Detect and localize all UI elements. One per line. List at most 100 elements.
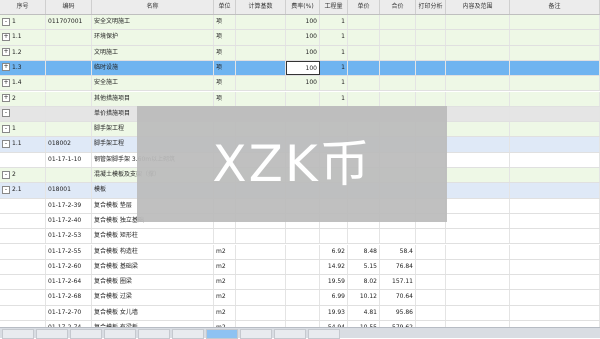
cell-code[interactable]	[46, 106, 92, 122]
cell-rate[interactable]	[286, 244, 320, 259]
cell-base[interactable]	[236, 60, 286, 76]
bottom-tab[interactable]	[308, 329, 340, 339]
expand-icon[interactable]: +	[2, 78, 10, 87]
cell-rate[interactable]	[286, 275, 320, 290]
cell-note[interactable]	[510, 183, 600, 198]
cell-note[interactable]	[510, 275, 600, 290]
cell-code[interactable]: 018001	[46, 183, 92, 198]
cell-scope[interactable]	[446, 229, 510, 244]
cell-name[interactable]: 复合模板 基础梁	[92, 259, 214, 275]
header-col-seq[interactable]: 序号	[0, 0, 46, 14]
cell-note[interactable]	[510, 259, 600, 275]
cell-scope[interactable]	[446, 106, 510, 122]
cell-total[interactable]	[380, 76, 416, 91]
cell-total[interactable]	[380, 45, 416, 60]
cell-base[interactable]	[236, 15, 286, 30]
cell-name[interactable]: 复合模板 圈梁	[92, 275, 214, 290]
cell-print[interactable]	[416, 60, 446, 76]
table-row[interactable]: 01-17-2-55 复合模板 构造柱 m2 6.92 8.48 58.4	[0, 244, 600, 260]
bottom-tab[interactable]	[172, 329, 204, 339]
header-col-total[interactable]: 合价	[380, 0, 416, 14]
cell-note[interactable]	[510, 60, 600, 76]
cell-seq[interactable]: -2	[0, 168, 46, 183]
cell-qty[interactable]: 14.92	[320, 259, 348, 275]
table-row[interactable]: +1.2 文明施工项 100 1	[0, 45, 600, 61]
bottom-tab[interactable]	[240, 329, 272, 339]
cell-price[interactable]	[348, 229, 380, 244]
cell-base[interactable]	[236, 305, 286, 320]
cell-code[interactable]	[46, 60, 92, 76]
cell-qty[interactable]: 1	[320, 91, 348, 106]
cell-unit[interactable]: 项	[214, 91, 236, 106]
cell-qty[interactable]: 6.92	[320, 244, 348, 259]
cell-print[interactable]	[416, 259, 446, 275]
cell-code[interactable]: 018002	[46, 137, 92, 152]
cell-seq[interactable]	[0, 152, 46, 167]
cell-price[interactable]	[348, 60, 380, 76]
cell-rate[interactable]: 100	[286, 45, 320, 60]
cell-code[interactable]: 011707001	[46, 15, 92, 30]
cell-total[interactable]	[380, 15, 416, 30]
expand-icon[interactable]: +	[2, 48, 10, 57]
cell-qty[interactable]: 6.99	[320, 290, 348, 305]
cell-code[interactable]: 01-17-2-70	[46, 305, 92, 320]
table-row[interactable]: 01-17-2-53 复合模板 矩形柱	[0, 229, 600, 245]
cell-qty[interactable]	[320, 229, 348, 244]
cell-scope[interactable]	[446, 76, 510, 91]
cell-total[interactable]: 70.64	[380, 290, 416, 305]
cell-scope[interactable]	[446, 198, 510, 213]
cell-price[interactable]	[348, 15, 380, 30]
cell-scope[interactable]	[446, 183, 510, 198]
header-col-price[interactable]: 单价	[348, 0, 380, 14]
cell-total[interactable]	[380, 30, 416, 45]
cell-scope[interactable]	[446, 168, 510, 183]
cell-print[interactable]	[416, 76, 446, 91]
header-col-base[interactable]: 计算基数	[236, 0, 286, 14]
cell-seq[interactable]	[0, 229, 46, 244]
cell-price[interactable]	[348, 45, 380, 60]
cell-unit[interactable]: m2	[214, 290, 236, 305]
cell-rate[interactable]	[286, 290, 320, 305]
cell-price[interactable]: 8.48	[348, 244, 380, 259]
expand-icon[interactable]: +	[2, 94, 10, 102]
cell-scope[interactable]	[446, 290, 510, 305]
header-col-code[interactable]: 编码	[46, 0, 92, 14]
cell-name[interactable]: 安全施工	[92, 76, 214, 91]
cell-seq[interactable]	[0, 244, 46, 259]
cell-seq[interactable]	[0, 213, 46, 229]
cell-name[interactable]: 临时设施	[92, 60, 214, 76]
bottom-tab-active[interactable]	[206, 329, 238, 339]
bottom-tab[interactable]	[2, 329, 34, 339]
cell-scope[interactable]	[446, 45, 510, 60]
cell-qty[interactable]: 1	[320, 15, 348, 30]
cell-unit[interactable]: 项	[214, 15, 236, 30]
bottom-tab[interactable]	[70, 329, 102, 339]
cell-scope[interactable]	[446, 15, 510, 30]
cell-qty[interactable]: 1	[320, 45, 348, 60]
table-row[interactable]: 01-17-2-70 复合模板 女儿墙 m2 19.93 4.81 95.86	[0, 305, 600, 321]
cell-code[interactable]	[46, 91, 92, 106]
cell-seq[interactable]: +1.4	[0, 76, 46, 91]
cell-seq[interactable]	[0, 305, 46, 320]
cell-code[interactable]: 01-17-2-64	[46, 275, 92, 290]
cell-note[interactable]	[510, 76, 600, 91]
cell-qty[interactable]: 1	[320, 60, 348, 76]
cell-base[interactable]	[236, 91, 286, 106]
cell-name[interactable]: 环境保护	[92, 30, 214, 45]
cell-name[interactable]: 复合模板 构造柱	[92, 244, 214, 259]
cell-seq[interactable]: +1.2	[0, 45, 46, 60]
collapse-icon[interactable]: -	[2, 170, 10, 179]
header-col-scope[interactable]: 内容及范围	[446, 0, 510, 14]
cell-price[interactable]: 10.12	[348, 290, 380, 305]
collapse-icon[interactable]: -	[2, 139, 10, 148]
cell-scope[interactable]	[446, 213, 510, 229]
cell-price[interactable]	[348, 91, 380, 106]
cell-name[interactable]: 复合模板 过梁	[92, 290, 214, 305]
collapse-icon[interactable]: -	[2, 17, 10, 26]
cell-base[interactable]	[236, 30, 286, 45]
cell-scope[interactable]	[446, 244, 510, 259]
cell-unit[interactable]: m2	[214, 259, 236, 275]
cell-unit[interactable]: 项	[214, 45, 236, 60]
cell-qty[interactable]: 1	[320, 76, 348, 91]
cell-unit[interactable]: 项	[214, 30, 236, 45]
